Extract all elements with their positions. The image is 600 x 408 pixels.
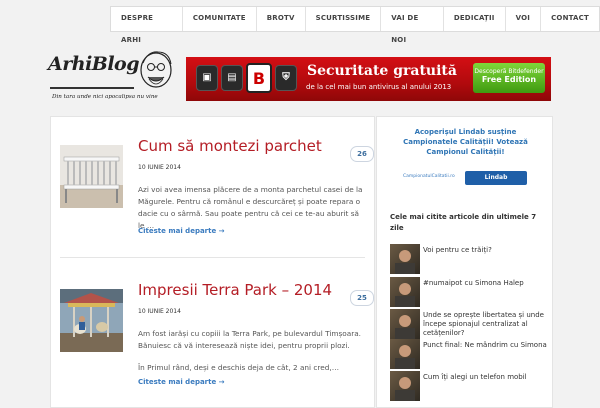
banner-title: Securitate gratuită	[307, 63, 457, 79]
post-thumbnail[interactable]	[60, 145, 123, 208]
shield-icon: ⛨	[275, 65, 297, 91]
popular-post-title: Punct final: Ne mândrim cu Simona	[423, 341, 547, 349]
excerpt-paragraph: Am fost iarăși cu copiii la Terra Park, …	[138, 329, 361, 350]
avatar	[390, 244, 420, 274]
posts-list: Cum să montezi parchet 10 IUNIE 2014 26 …	[50, 116, 375, 408]
author-avatar-icon	[395, 345, 415, 369]
lindab-ad[interactable]: Acoperișul Lindab susține Campionatele C…	[393, 127, 538, 187]
nav-vai-de-noi[interactable]: VAI DE NOI	[381, 7, 444, 44]
post-date: 10 IUNIE 2014	[138, 308, 181, 315]
campionatul-calitatii-logo: CampionatulCalitatii.ro	[403, 174, 455, 179]
excerpt-paragraph: Azi voi avea imensa plăcere de a monta p…	[138, 185, 363, 230]
popular-post-item[interactable]: Cum îți alegi un telefon mobil	[390, 371, 550, 401]
avatar	[390, 309, 420, 339]
avatar	[390, 339, 420, 369]
site-logo[interactable]: ArhiBlog Din tara unde nici apocalipsa n…	[48, 47, 184, 109]
excerpt-paragraph: În Primul rând, deși e deschis deja de c…	[138, 363, 339, 372]
logo-title: ArhiBlog	[48, 53, 140, 75]
author-avatar-icon	[395, 283, 415, 307]
avatar	[390, 277, 420, 307]
popular-post-title: #numaipot cu Simona Halep	[423, 279, 524, 287]
top-navigation: DESPRE ARHI COMUNITATE BROTV SCURTISSIME…	[110, 6, 600, 44]
lindab-logo: Lindab	[465, 171, 527, 185]
popular-posts-title: Cele mai citite articole din ultimele 7 …	[390, 213, 537, 232]
nav-voi[interactable]: VOI	[506, 7, 542, 31]
read-more-link[interactable]: Citeste mai departe →	[138, 378, 225, 386]
logo-underline	[50, 87, 134, 89]
sidebar: Acoperișul Lindab susține Campionatele C…	[376, 116, 553, 408]
popular-post-title: Voi pentru ce trăiți?	[423, 246, 492, 254]
popular-post-item[interactable]: Voi pentru ce trăiți?	[390, 244, 550, 274]
banner-icons: ▣ ▤ B ⛨	[196, 63, 297, 93]
popular-post-title: Unde se oprește libertatea și unde încep…	[423, 311, 544, 337]
nav-comunitate[interactable]: COMUNITATE	[183, 7, 257, 31]
banner-subtitle: de la cel mai bun antivirus al anului 20…	[306, 83, 452, 91]
logo-tagline: Din tara unde nici apocalipsa nu vine	[52, 94, 158, 100]
nav-brotv[interactable]: BROTV	[257, 7, 306, 31]
folder-icon: ▤	[221, 65, 243, 91]
bitdefender-banner-ad[interactable]: ▣ ▤ B ⛨ Securitate gratuită de la cel ma…	[186, 57, 551, 101]
popular-post-title: Cum îți alegi un telefon mobil	[423, 373, 527, 381]
film-icon: ▣	[196, 65, 218, 91]
author-avatar-icon	[395, 377, 415, 401]
author-avatar-icon	[395, 315, 415, 339]
comment-count-badge[interactable]: 26	[350, 146, 374, 162]
ad-text: Acoperișul Lindab susține Campionatele C…	[403, 128, 528, 156]
banner-cta-button[interactable]: Descoperă Bitdefender Free Edition	[473, 63, 545, 93]
post-excerpt: Am fost iarăși cu copiii la Terra Park, …	[138, 328, 366, 384]
banner-cta-line2: Free Edition	[481, 75, 537, 84]
avatar	[390, 371, 420, 401]
post-title[interactable]: Cum să montezi parchet	[138, 137, 322, 155]
caricature-face-icon	[140, 51, 172, 88]
ad-logos: CampionatulCalitatii.ro Lindab	[403, 171, 528, 185]
banner-cta-line1: Descoperă Bitdefender	[474, 68, 544, 75]
post-divider	[60, 257, 365, 258]
nav-scurtissime[interactable]: SCURTISSIME	[306, 7, 382, 31]
nav-dedicatii[interactable]: DEDICAȚII	[444, 7, 506, 31]
comment-count-badge[interactable]: 25	[350, 290, 374, 306]
nav-contact[interactable]: CONTACT	[541, 7, 599, 31]
carousel-photo-icon	[60, 289, 123, 352]
author-avatar-icon	[395, 250, 415, 274]
post-date: 10 IUNIE 2014	[138, 164, 181, 171]
read-more-link[interactable]: Citeste mai departe →	[138, 227, 225, 235]
post-thumbnail[interactable]	[60, 289, 123, 352]
popular-post-item[interactable]: #numaipot cu Simona Halep	[390, 277, 550, 307]
bitdefender-logo-icon: B	[246, 63, 272, 93]
post-title[interactable]: Impresii Terra Park – 2014	[138, 281, 332, 299]
nav-despre-arhi[interactable]: DESPRE ARHI	[111, 7, 183, 44]
popular-post-item[interactable]: Punct final: Ne mândrim cu Simona	[390, 339, 550, 369]
crib-photo-icon	[60, 145, 123, 208]
popular-post-item[interactable]: Unde se oprește libertatea și unde încep…	[390, 309, 550, 339]
